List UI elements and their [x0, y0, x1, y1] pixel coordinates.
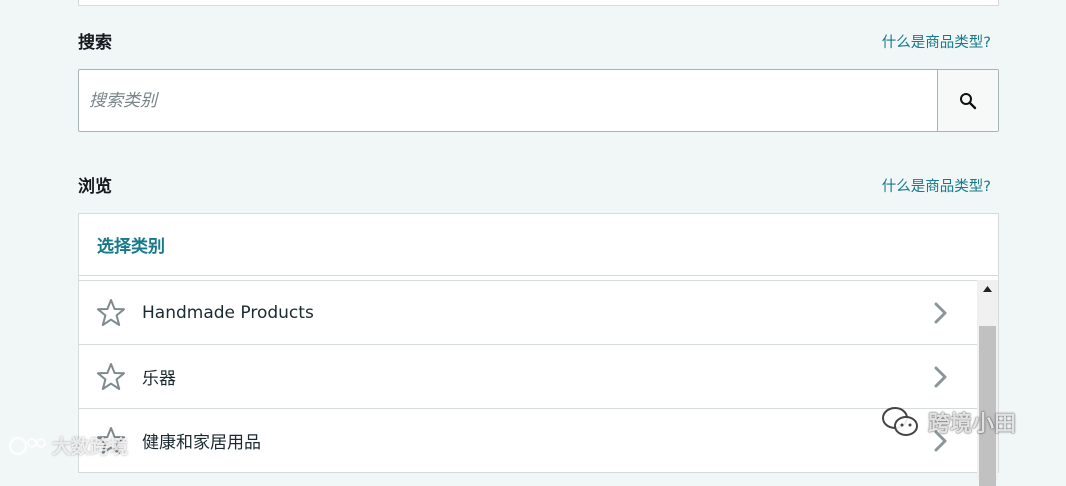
star-icon[interactable] — [96, 298, 126, 328]
wechat-icon — [882, 407, 918, 436]
chevron-right-icon — [934, 366, 947, 388]
search-input[interactable] — [79, 70, 937, 131]
browse-help-link[interactable]: 什么是商品类型? — [882, 175, 991, 196]
category-browser: 选择类别 Handmade Products 乐器 健康和家居用品 — [78, 213, 999, 486]
category-list-scrollbar[interactable] — [977, 280, 998, 486]
select-category-title: 选择类别 — [97, 237, 165, 257]
category-item-label: 乐器 — [142, 369, 176, 389]
watermark-right-text: 跨境小田 — [928, 412, 1017, 437]
chevron-right-icon — [934, 302, 947, 324]
search-icon — [960, 92, 977, 109]
scroll-up-arrow-icon[interactable] — [977, 280, 998, 298]
category-item-label: 健康和家居用品 — [142, 433, 261, 453]
category-browser-header: 选择类别 — [79, 214, 998, 276]
watermark-right: 跨境小田 — [880, 405, 1016, 439]
search-box — [78, 69, 999, 132]
category-item-health-household[interactable]: 健康和家居用品 — [79, 409, 977, 473]
previous-panel-edge — [78, 0, 999, 6]
category-item-handmade[interactable]: Handmade Products — [79, 281, 977, 345]
search-section-title: 搜索 — [78, 33, 112, 53]
category-list: Handmade Products 乐器 健康和家居用品 — [79, 280, 977, 480]
category-item-label: Handmade Products — [142, 302, 314, 323]
browse-section-title: 浏览 — [78, 177, 112, 197]
search-help-link[interactable]: 什么是商品类型? — [882, 31, 991, 52]
category-item-musical-instruments[interactable]: 乐器 — [79, 345, 977, 409]
star-icon[interactable] — [96, 362, 126, 392]
search-button[interactable] — [937, 70, 998, 131]
watermark-left-text: 大数跨境 — [52, 436, 129, 458]
watermark-left: 大数跨境 — [8, 432, 128, 459]
watermark-logo-icon — [8, 436, 46, 455]
